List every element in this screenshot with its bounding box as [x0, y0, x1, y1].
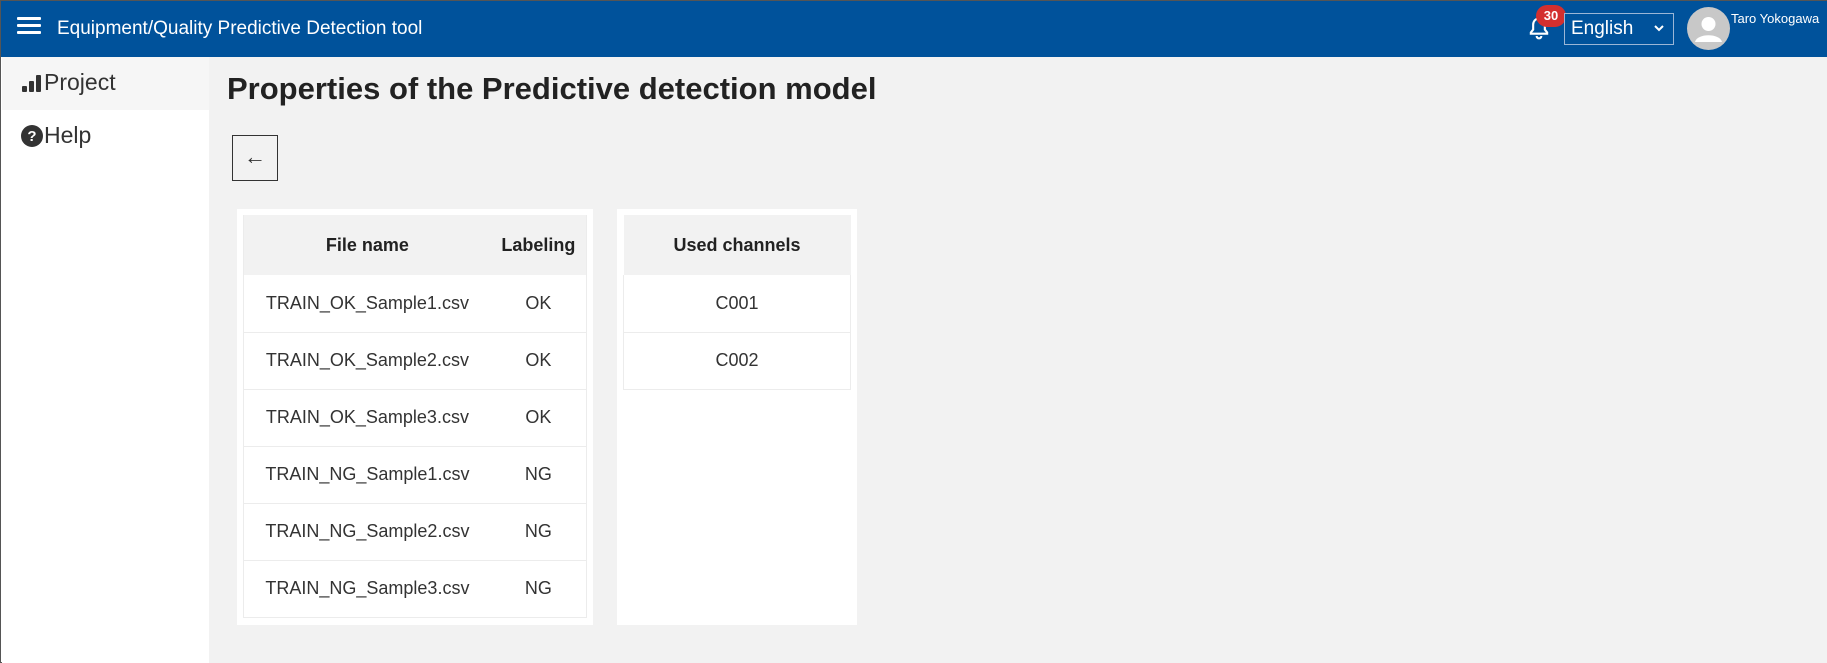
hamburger-menu-icon[interactable]	[17, 17, 41, 39]
language-select-value: English	[1571, 18, 1634, 39]
labeling-cell: OK	[490, 389, 587, 447]
column-header-used-channels: Used channels	[623, 215, 851, 275]
table-row: TRAIN_OK_Sample3.csv OK	[242, 389, 587, 447]
sidebar: Project ? Help	[2, 57, 209, 663]
language-select[interactable]: English	[1564, 13, 1674, 45]
table-row: TRAIN_NG_Sample2.csv NG	[242, 503, 587, 561]
table-header-row: File name Labeling	[242, 215, 587, 275]
labeling-cell: OK	[490, 275, 587, 333]
channel-cell: C001	[623, 275, 851, 333]
file-name-cell: TRAIN_OK_Sample2.csv	[242, 332, 491, 390]
page-title: Properties of the Predictive detection m…	[227, 71, 877, 106]
notification-badge: 30	[1536, 5, 1566, 27]
channels-card: Used channels C001 C002	[617, 209, 857, 625]
labeling-cell: NG	[490, 446, 587, 504]
svg-text:?: ?	[27, 128, 36, 145]
file-name-cell: TRAIN_OK_Sample3.csv	[242, 389, 491, 447]
top-bar: Equipment/Quality Predictive Detection t…	[1, 1, 1827, 57]
table-row: C002	[623, 332, 851, 390]
table-row: TRAIN_OK_Sample1.csv OK	[242, 275, 587, 333]
labeling-cell: NG	[490, 560, 587, 618]
app-title: Equipment/Quality Predictive Detection t…	[57, 18, 423, 39]
sidebar-item-project[interactable]: Project	[2, 57, 209, 110]
chevron-down-icon	[1653, 14, 1665, 54]
user-avatar[interactable]	[1687, 7, 1730, 50]
main-content: Properties of the Predictive detection m…	[209, 57, 1827, 663]
table-row: TRAIN_OK_Sample2.csv OK	[242, 332, 587, 390]
channels-table: Used channels C001 C002	[623, 215, 851, 390]
bar-chart-icon	[20, 71, 44, 95]
app-window: Equipment/Quality Predictive Detection t…	[0, 0, 1827, 663]
help-circle-icon: ?	[20, 124, 44, 148]
table-row: TRAIN_NG_Sample1.csv NG	[242, 446, 587, 504]
sidebar-item-label: Help	[44, 122, 92, 148]
table-row: TRAIN_NG_Sample3.csv NG	[242, 560, 587, 618]
user-name: Taro Yokogawa	[1731, 11, 1820, 26]
file-name-cell: TRAIN_NG_Sample2.csv	[242, 503, 491, 561]
file-name-cell: TRAIN_NG_Sample1.csv	[242, 446, 491, 504]
column-header-labeling: Labeling	[490, 215, 587, 275]
table-row: C001	[623, 275, 851, 333]
channel-cell: C002	[623, 332, 851, 390]
back-button[interactable]: ←	[232, 135, 278, 181]
files-card: File name Labeling TRAIN_OK_Sample1.csv …	[237, 209, 593, 625]
sidebar-item-label: Project	[44, 69, 116, 95]
files-table: File name Labeling TRAIN_OK_Sample1.csv …	[242, 215, 587, 618]
sidebar-item-help[interactable]: ? Help	[2, 110, 209, 163]
labeling-cell: OK	[490, 332, 587, 390]
table-header-row: Used channels	[623, 215, 851, 275]
file-name-cell: TRAIN_NG_Sample3.csv	[242, 560, 491, 618]
column-header-file-name: File name	[242, 215, 491, 275]
file-name-cell: TRAIN_OK_Sample1.csv	[242, 275, 491, 333]
labeling-cell: NG	[490, 503, 587, 561]
